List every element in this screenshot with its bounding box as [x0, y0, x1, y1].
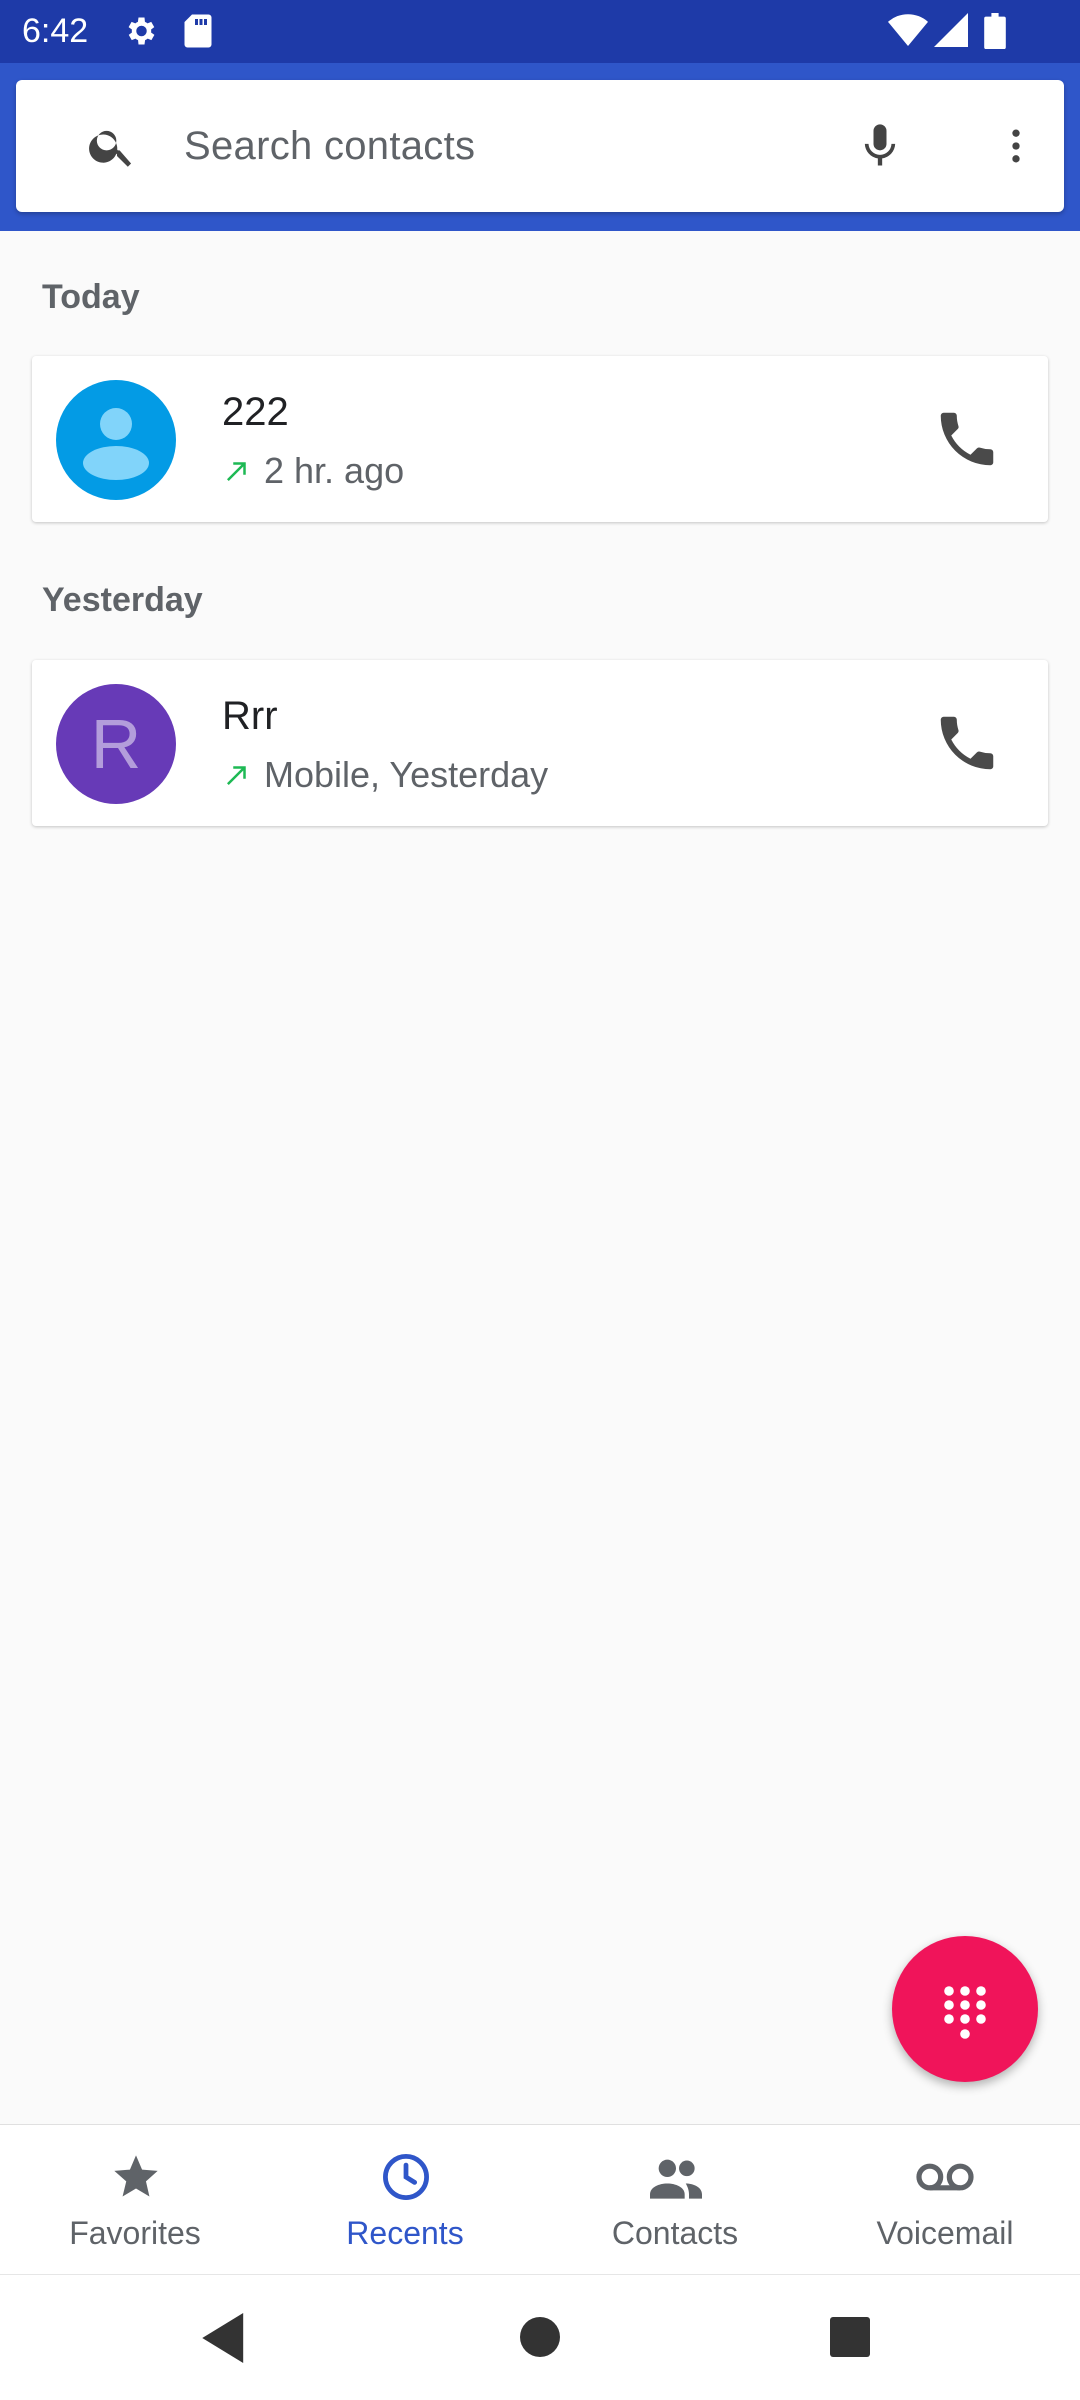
more-vert-icon[interactable]: [994, 118, 1038, 179]
tab-label: Recents: [346, 2215, 464, 2251]
home-icon[interactable]: [520, 2317, 560, 2362]
star-icon: [110, 2151, 162, 2208]
status-bar: 6:42: [0, 0, 1080, 63]
call-button[interactable]: [932, 708, 1002, 783]
tab-recents[interactable]: Recents: [270, 2125, 540, 2275]
person-placeholder-icon: [83, 408, 149, 480]
call-log-entry[interactable]: 222 2 hr. ago: [32, 356, 1048, 522]
mic-icon[interactable]: [854, 116, 906, 181]
status-time: 6:42: [22, 12, 89, 50]
call-detail: 2 hr. ago: [264, 450, 405, 491]
search-input[interactable]: Search contacts: [184, 124, 475, 169]
section-header-yesterday: Yesterday: [42, 581, 203, 619]
section-header-today: Today: [42, 278, 140, 316]
clock-icon: [380, 2151, 432, 2208]
system-navigation-bar: [0, 2274, 1080, 2400]
people-icon: [646, 2151, 706, 2208]
avatar[interactable]: R: [56, 684, 176, 804]
outgoing-call-icon: [222, 456, 252, 491]
tab-label: Voicemail: [876, 2215, 1014, 2251]
contact-name: 222: [222, 390, 289, 434]
tab-label: Favorites: [69, 2215, 201, 2251]
outgoing-call-icon: [222, 760, 252, 795]
sd-card-icon: [182, 13, 214, 49]
search-icon[interactable]: [86, 120, 138, 177]
cell-signal-icon: [934, 13, 968, 47]
back-icon[interactable]: [202, 2313, 248, 2368]
avatar[interactable]: [56, 380, 176, 500]
recents-square-icon[interactable]: [830, 2317, 870, 2362]
phone-icon: [940, 412, 994, 466]
call-log-entry[interactable]: R Rrr Mobile, Yesterday: [32, 660, 1048, 826]
tab-contacts[interactable]: Contacts: [540, 2125, 810, 2275]
voicemail-icon: [912, 2151, 978, 2208]
dialpad-button[interactable]: [892, 1936, 1038, 2082]
phone-icon: [940, 716, 994, 770]
dialpad-icon: [944, 1986, 986, 2039]
contact-name: Rrr: [222, 694, 278, 738]
tab-label: Contacts: [611, 2215, 739, 2251]
tab-voicemail[interactable]: Voicemail: [810, 2125, 1080, 2275]
gear-icon: [122, 13, 158, 49]
wifi-icon: [888, 13, 928, 49]
tab-favorites[interactable]: Favorites: [0, 2125, 270, 2275]
search-bar[interactable]: Search contacts: [16, 80, 1064, 212]
call-detail: Mobile, Yesterday: [264, 754, 549, 795]
call-button[interactable]: [932, 404, 1002, 479]
avatar-letter: R: [90, 705, 142, 783]
bottom-navigation: Favorites Recents Contacts Voicemail: [0, 2124, 1080, 2274]
battery-icon: [984, 13, 1006, 49]
